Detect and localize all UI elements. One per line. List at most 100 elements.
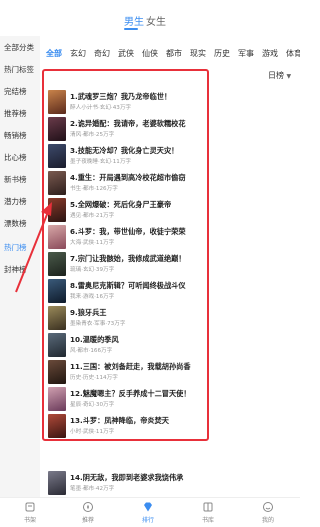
sidebar-item-legend[interactable]: 封神榜 [4,264,27,275]
sidebar-item-all-categories[interactable]: 全部分类 [4,42,34,53]
nav-label: 书架 [23,517,36,524]
sidebar-item-hot[interactable]: 热门榜 [4,242,27,253]
book-title: 4.重生：开局遇到高冷校花超市偷窃 [70,173,186,182]
nav-profile[interactable]: 我的 [248,501,288,524]
book-meta: 小时·武侠·11万字 [70,429,115,435]
category-xuanhuan[interactable]: 玄幻 [70,48,86,59]
nav-bookshelf[interactable]: 书架 [10,501,50,524]
nav-label: 排行 [141,517,154,524]
nav-recommend[interactable]: 推荐 [68,501,108,524]
library-icon [203,502,213,512]
book-title: 12.魅魔嗯主？反手养成十二冒天使！ [70,389,191,398]
book-cover [48,279,66,303]
book-cover [48,306,66,330]
book-title: 9.狼牙兵王 [70,308,107,317]
book-cover [48,90,66,114]
book-title: 14.阴无敌，我即到老婆求我饶伟承 [70,473,184,482]
book-item[interactable]: 4.重生：开局遇到高冷校花超市偷窃 书生·都市·126万字 [46,171,296,197]
book-title: 8.雷奥尼克斯辑？可听闻终极战斗仪 [70,281,186,290]
book-item[interactable]: 14.阴无敌，我即到老婆求我饶伟承 笔墨·都市·42万字 [46,471,296,497]
category-all[interactable]: 全部 [46,48,62,59]
diamond-icon [144,502,152,512]
bookshelf-icon [25,502,35,512]
book-item[interactable]: 10.温暖的季风 风·都市·166万字 [46,333,296,359]
book-item[interactable]: 5.全网爆破：死后化身尸王豪帝 遇见·都市·21万字 [46,198,296,224]
book-cover [48,198,66,222]
sidebar-item-bestseller[interactable]: 畅销榜 [4,130,27,141]
caret-down-icon: ▼ [286,73,292,80]
book-title: 7.宗门让我骸始，我修成武道绝巅！ [70,254,186,263]
book-meta: 书生·都市·126万字 [70,186,118,192]
nav-label: 书库 [201,517,214,524]
compass-icon [83,502,93,512]
book-cover [48,252,66,276]
book-title: 5.全网爆破：死后化身尸王豪帝 [70,200,172,209]
category-xianshi[interactable]: 现实 [190,48,206,59]
book-title: 13.斗罗：凤神降临，帝炎焚天 [70,416,169,425]
book-meta: 我来·游戏·16万字 [70,294,115,300]
tab-male[interactable]: 男生 [124,13,144,28]
sidebar-item-recommend[interactable]: 推荐榜 [4,108,27,119]
nav-library[interactable]: 书库 [188,501,228,524]
book-meta: 醉人小计书·玄幻·43万字 [70,105,132,111]
category-xianxia[interactable]: 仙侠 [142,48,158,59]
sidebar-item-heart[interactable]: 比心榜 [4,152,27,163]
book-cover [48,471,66,495]
gender-tabs: 男生 女生 [0,0,300,36]
category-youxi[interactable]: 游戏 [262,48,278,59]
sort-dropdown[interactable]: 日榜 ▼ [268,70,291,81]
sidebar-item-drift[interactable]: 漂数榜 [4,218,27,229]
book-cover [48,333,66,357]
book-cover [48,414,66,438]
active-tab-underline [124,28,138,30]
sidebar-item-potential[interactable]: 潜力榜 [4,196,27,207]
book-cover [48,360,66,384]
book-title: 2.诡异婚配：我请帝，老婆软糯校花 [70,119,186,128]
book-item[interactable]: 9.狼牙兵王 墨染青衣·军事·73万字 [46,306,296,332]
tab-female[interactable]: 女生 [146,13,166,28]
book-title: 3.技能无冷却？我化身亡灵天灾！ [70,146,179,155]
sidebar-item-hot-tags[interactable]: 热门标签 [4,64,34,75]
book-meta: 笔墨·都市·42万字 [70,486,115,492]
book-meta: 墨子夜晚睡·玄幻·11万字 [70,159,132,165]
category-qihuan[interactable]: 奇幻 [94,48,110,59]
book-item[interactable]: 6.斗罗：我，带世仙帝，收徒宁荣荣 大海·武侠·11万字 [46,225,296,251]
book-cover [48,144,66,168]
book-meta: 遇见·都市·21万字 [70,213,115,219]
ranking-sidebar: 全部分类 热门标签 完结榜 推荐榜 畅销榜 比心榜 新书榜 潜力榜 漂数榜 热门… [0,36,40,497]
book-meta: 清风·都市·25万字 [70,132,115,138]
smile-face-icon [263,502,273,512]
book-item[interactable]: 2.诡异婚配：我请帝，老婆软糯校花 清风·都市·25万字 [46,117,296,143]
book-meta: 墨染青衣·军事·73万字 [70,321,126,327]
category-wuxia[interactable]: 武侠 [118,48,134,59]
book-meta: 琉璃·玄幻·39万字 [70,267,115,273]
book-title: 10.温暖的季风 [70,335,119,344]
book-meta: 风·都市·166万字 [70,348,113,354]
book-item[interactable]: 8.雷奥尼克斯辑？可听闻终极战斗仪 我来·游戏·16万字 [46,279,296,305]
book-title: 6.斗罗：我，带世仙帝，收徒宁荣荣 [70,227,186,236]
book-cover [48,117,66,141]
book-item[interactable]: 3.技能无冷却？我化身亡灵天灾！ 墨子夜晚睡·玄幻·11万字 [46,144,296,170]
sidebar-item-finished[interactable]: 完结榜 [4,86,27,97]
book-cover [48,225,66,249]
category-lishi[interactable]: 历史 [214,48,230,59]
nav-ranking[interactable]: 排行 [128,501,168,524]
book-title: 1.武魂罗三炮？我乃龙帝临世！ [70,92,172,101]
category-junshi[interactable]: 军事 [238,48,254,59]
book-item[interactable]: 13.斗罗：凤神降临，帝炎焚天 小时·武侠·11万字 [46,414,296,440]
bottom-nav: 书架 推荐 排行 书库 我的 [0,497,300,527]
book-item[interactable]: 1.武魂罗三炮？我乃龙帝临世！ 醉人小计书·玄幻·43万字 [46,90,296,116]
sidebar-item-new-books[interactable]: 新书榜 [4,174,27,185]
nav-label: 推荐 [81,517,94,524]
nav-label: 我的 [261,517,274,524]
book-cover [48,387,66,411]
category-tiyu[interactable]: 体育 [286,48,300,59]
book-item[interactable]: 7.宗门让我骸始，我修成武道绝巅！ 琉璃·玄幻·39万字 [46,252,296,278]
book-meta: 历史·历史·114万字 [70,375,118,381]
book-item[interactable]: 11.三国：被刘备赶走，我载胡孙尚香 历史·历史·114万字 [46,360,296,386]
book-item[interactable]: 12.魅魔嗯主？反手养成十二冒天使！ 星辰·奇幻·30万字 [46,387,296,413]
book-meta: 星辰·奇幻·30万字 [70,402,115,408]
category-dushi[interactable]: 都市 [166,48,182,59]
book-title: 11.三国：被刘备赶走，我载胡孙尚香 [70,362,191,371]
book-cover [48,171,66,195]
